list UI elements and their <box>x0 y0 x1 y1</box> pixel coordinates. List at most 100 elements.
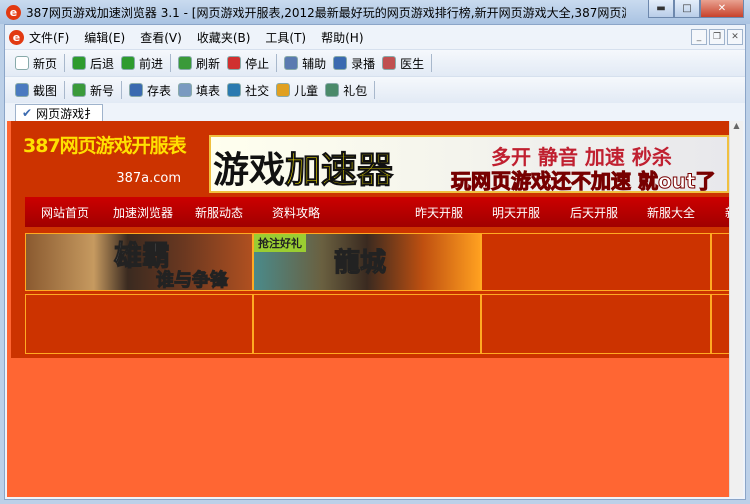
mdi-close-button[interactable]: ✕ <box>727 29 743 45</box>
game-card-6[interactable] <box>253 294 481 354</box>
toolbar-button-clock[interactable]: 录播 <box>333 55 375 72</box>
add-user-icon <box>72 83 87 97</box>
game-card-7[interactable] <box>481 294 711 354</box>
back-icon <box>72 56 87 70</box>
menu-file[interactable]: 文件(F) <box>29 29 69 46</box>
save-icon <box>129 83 144 97</box>
app-logo-icon: e <box>6 4 21 20</box>
main-toolbar: 新页 后退 前进 刷新 停止 辅助 录播 医生 <box>5 49 745 76</box>
game-card-2[interactable]: 抢注好礼 龍城 <box>253 233 481 291</box>
toolbar-button-label: 社交 <box>245 83 270 98</box>
toolbar-button-house[interactable]: 儿童 <box>276 82 318 99</box>
tab-active[interactable]: ✔ 网页游戏扌 <box>15 104 104 121</box>
nav-link[interactable]: 网站首页 <box>41 204 89 221</box>
menu-bar: e 文件(F) 编辑(E) 查看(V) 收藏夹(B) 工具(T) 帮助(H) _… <box>5 25 745 49</box>
toolbar-button-label: 刷新 <box>196 56 221 71</box>
toolbar-button-gift[interactable]: 礼包 <box>325 82 367 99</box>
banner-title-b: 加速器 <box>285 150 394 192</box>
mdi-minimize-button[interactable]: _ <box>691 29 707 45</box>
banner-line2: 玩网页游戏还不加速 就out了 <box>451 169 717 193</box>
logo-title: 387网页游戏开服表 <box>23 135 187 157</box>
nav-link[interactable]: 加速浏览器 <box>113 204 173 221</box>
secondary-toolbar: 截图 新号 存表 填表 社交 儿童 礼包 <box>5 76 745 103</box>
toolbar-button-back[interactable]: 后退 <box>72 55 114 72</box>
tab-label: 网页游戏扌 <box>36 106 97 121</box>
site-logo[interactable]: 387网页游戏开服表 387a.com <box>23 133 203 193</box>
nav-link[interactable]: 新服大全 <box>647 204 695 221</box>
game-grid: 雄霸 谁与争锋 抢注好礼 龍城 <box>25 233 741 358</box>
game-card-3[interactable] <box>481 233 711 291</box>
toolbar-button-form-fill[interactable]: 填表 <box>178 82 220 99</box>
toolbar-button-refresh[interactable]: 刷新 <box>178 55 220 72</box>
toolbar-button-gamepad[interactable]: 辅助 <box>284 55 326 72</box>
toolbar-button-label: 停止 <box>245 56 270 71</box>
toolbar-button-label: 存表 <box>147 83 172 98</box>
menu-help[interactable]: 帮助(H) <box>321 29 363 46</box>
toolbar-separator <box>170 54 172 72</box>
game-card-5[interactable] <box>25 294 253 354</box>
minimize-button[interactable]: ▬ <box>648 0 674 18</box>
nav-link[interactable]: 资料攻略 <box>272 204 320 221</box>
doctor-icon <box>382 56 397 70</box>
tab-bar: ✔ 网页游戏扌 <box>5 103 745 121</box>
toolbar-button-label: 礼包 <box>343 83 368 98</box>
window-title: 387网页游戏加速浏览器 3.1 - [网页游戏开服表,2012最新最好玩的网页… <box>26 5 626 20</box>
nav-link[interactable]: 新服动态 <box>195 204 243 221</box>
check-icon: ✔ <box>22 106 33 120</box>
toolbar-button-label: 儿童 <box>294 83 319 98</box>
web-content: 387网页游戏开服表 387a.com 游戏加速器 多开 静音 加速 秒杀 玩网… <box>7 121 743 497</box>
toolbar-button-label: 医生 <box>400 56 425 71</box>
toolbar-separator <box>64 54 66 72</box>
nav-link[interactable]: 明天开服 <box>492 204 540 221</box>
site-nav: 网站首页加速浏览器新服动态资料攻略昨天开服明天开服后天开服新服大全新 <box>25 197 737 227</box>
house-icon <box>276 83 291 97</box>
nav-link[interactable]: 后天开服 <box>570 204 618 221</box>
game-tag: 抢注好礼 <box>254 234 306 252</box>
menu-favorites[interactable]: 收藏夹(B) <box>197 29 251 46</box>
toolbar-button-forward[interactable]: 前进 <box>121 55 163 72</box>
toolbar-button-label: 填表 <box>196 83 221 98</box>
forward-icon <box>121 56 136 70</box>
clock-icon <box>333 56 348 70</box>
menu-edit[interactable]: 编辑(E) <box>84 29 125 46</box>
toolbar-button-label: 新页 <box>33 56 58 71</box>
toolbar-button-label: 截图 <box>33 83 58 98</box>
browser-frame: e 文件(F) 编辑(E) 查看(V) 收藏夹(B) 工具(T) 帮助(H) _… <box>4 24 746 500</box>
toolbar-button-label: 录播 <box>351 56 376 71</box>
logo-domain: 387a.com <box>116 171 181 186</box>
globe-icon <box>227 83 242 97</box>
toolbar-button-label: 辅助 <box>302 56 327 71</box>
new-page-icon <box>15 56 29 70</box>
ad-banner[interactable]: 游戏加速器 多开 静音 加速 秒杀 玩网页游戏还不加速 就out了 <box>209 135 729 193</box>
menu-tools[interactable]: 工具(T) <box>265 29 306 46</box>
toolbar-separator <box>64 81 66 99</box>
toolbar-button-globe[interactable]: 社交 <box>227 82 269 99</box>
stop-icon <box>227 56 242 70</box>
toolbar-button-new-page[interactable]: 新页 <box>15 55 57 72</box>
screenshot-icon <box>15 83 29 97</box>
mdi-restore-button[interactable]: ❐ <box>709 29 725 45</box>
toolbar-button-label: 后退 <box>90 56 115 71</box>
toolbar-button-save[interactable]: 存表 <box>129 82 171 99</box>
toolbar-button-screenshot[interactable]: 截图 <box>15 82 57 99</box>
toolbar-button-label: 前进 <box>139 56 164 71</box>
menu-logo-icon: e <box>9 29 24 45</box>
menu-view[interactable]: 查看(V) <box>140 29 182 46</box>
nav-link[interactable]: 昨天开服 <box>415 204 463 221</box>
title-bar: e 387网页游戏加速浏览器 3.1 - [网页游戏开服表,2012最新最好玩的… <box>0 0 750 24</box>
page-body: 387网页游戏开服表 387a.com 游戏加速器 多开 静音 加速 秒杀 玩网… <box>11 121 741 358</box>
toolbar-button-stop[interactable]: 停止 <box>227 55 269 72</box>
toolbar-button-doctor[interactable]: 医生 <box>382 55 424 72</box>
scroll-up-icon[interactable]: ▲ <box>730 121 743 135</box>
toolbar-button-add-user[interactable]: 新号 <box>72 82 114 99</box>
close-button[interactable]: ✕ <box>700 0 744 18</box>
game-card-1[interactable]: 雄霸 谁与争锋 <box>25 233 253 291</box>
game-title: 龍城 <box>333 248 387 279</box>
toolbar-separator <box>276 54 278 72</box>
gift-icon <box>325 83 340 97</box>
form-fill-icon <box>178 83 193 97</box>
maximize-button[interactable]: □ <box>674 0 700 18</box>
vertical-scrollbar[interactable]: ▲ <box>729 121 743 497</box>
toolbar-separator <box>431 54 433 72</box>
banner-title-a: 游戏 <box>213 150 286 191</box>
